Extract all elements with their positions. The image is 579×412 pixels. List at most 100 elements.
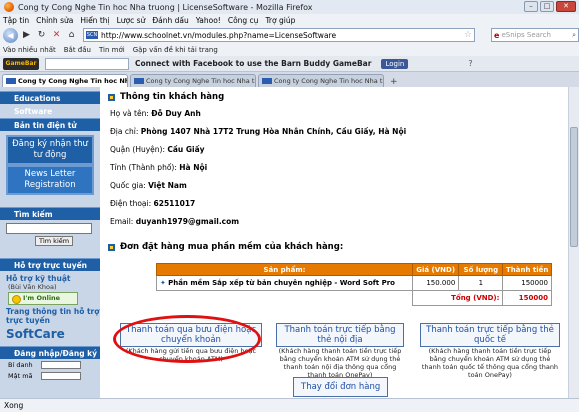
phone-value: 62511017 <box>153 199 196 208</box>
login-input[interactable] <box>40 360 81 369</box>
domestic-card-desc: (Khách hàng thanh toán tiền trực tiếp bằ… <box>278 347 402 379</box>
menu-file[interactable]: Tập tin <box>3 16 29 25</box>
tab-label: Cong ty Cong Nghe Tin hoc Nha tr... <box>274 77 384 85</box>
email-value: duyanh1979@gmail.com <box>135 217 240 226</box>
customer-email-row: Email: duyanh1979@gmail.com <box>108 213 563 231</box>
search-engine-icon[interactable]: e <box>494 31 499 40</box>
search-icon[interactable]: ⌕ <box>572 31 576 40</box>
password-input[interactable] <box>40 371 81 380</box>
tech-support-link[interactable]: Hỗ trợ kỹ thuật <box>0 274 100 283</box>
bullet-icon <box>108 93 115 101</box>
search-bar[interactable]: e eSnips Search ⌕ <box>491 28 579 42</box>
domestic-card-button[interactable]: Thanh toán trực tiếp bằng thẻ nội địa <box>276 323 404 347</box>
col-product: Sản phẩm: <box>156 263 413 276</box>
site-favicon: SCN <box>86 31 98 39</box>
col-price: Giá (VND) <box>411 263 460 276</box>
newsletter-registration-button[interactable]: News Letter Registration <box>6 165 94 195</box>
url-text[interactable]: http://www.schoolnet.vn/modules.php?name… <box>101 31 464 40</box>
help-icon[interactable]: ? <box>468 59 472 68</box>
customer-info-heading: Thông tin khách hàng <box>108 92 563 102</box>
bookmarks-toolbar: Vào nhiều nhất Bắt đầu Tin mới Gặp vấn đ… <box>0 44 579 56</box>
tab-1[interactable]: Cong ty Cong Nghe Tin hoc Nha tr... ✕ <box>2 74 128 87</box>
intl-card-option: Thanh toán trực tiếp bằng thẻ quốc tế (K… <box>420 323 560 379</box>
firefox-icon <box>4 2 14 12</box>
window-title: Cong ty Cong Nghe Tin hoc Nha truong | L… <box>18 2 313 12</box>
sidebar-newsletter-heading: Bản tin điện tử <box>0 118 100 131</box>
menu-yahoo[interactable]: Yahoo! <box>196 16 221 25</box>
domestic-card-option: Thanh toán trực tiếp bằng thẻ nội địa (K… <box>276 323 404 379</box>
tab-strip: Cong ty Cong Nghe Tin hoc Nha tr... ✕ Co… <box>0 73 579 87</box>
im-online-badge[interactable]: I'm Online <box>8 292 78 305</box>
qty-cell[interactable]: 1 <box>458 275 504 291</box>
address-label: Địa chỉ: <box>110 127 139 136</box>
email-label: Email: <box>110 217 134 226</box>
product-cell: ✦ Phần mềm Sắp xếp từ bản chuyên nghiệp … <box>156 275 413 291</box>
order-header-row: Sản phẩm: Giá (VND) Số lượng Thành tiền <box>156 263 552 276</box>
softcare-logo[interactable]: SoftCare <box>0 327 100 341</box>
name-label: Họ và tên: <box>110 109 149 118</box>
amount-cell: 150000 <box>502 275 552 291</box>
tab-2[interactable]: Cong ty Cong Nghe Tin hoc Nha tr... ✕ <box>130 74 256 87</box>
order-table: Sản phẩm: Giá (VND) Số lượng Thành tiền … <box>156 263 552 306</box>
intl-card-button[interactable]: Thanh toán trực tiếp bằng thẻ quốc tế <box>420 323 560 347</box>
search-placeholder: eSnips Search <box>501 31 551 39</box>
bookmark-getting-started[interactable]: Bắt đầu <box>64 46 91 54</box>
sidebar-search-input[interactable] <box>6 223 92 234</box>
sidebar-search-button[interactable]: Tìm kiếm <box>35 236 74 246</box>
forward-icon[interactable]: ▶ <box>20 29 33 42</box>
login-button[interactable]: Login <box>381 58 409 69</box>
password-row: Mật mã <box>0 370 100 381</box>
menu-history[interactable]: Lược sử <box>117 16 146 25</box>
menu-view[interactable]: Hiển thị <box>80 16 109 25</box>
new-tab-icon[interactable]: + <box>390 77 398 87</box>
close-icon[interactable]: ✕ <box>556 1 576 12</box>
tab-favicon <box>134 78 144 84</box>
login-label: Bí danh <box>8 360 33 369</box>
customer-phone-row: Điện thoại: 62511017 <box>108 195 563 213</box>
gamebar-search-input[interactable] <box>45 57 129 70</box>
name-value: Đỗ Duy Anh <box>151 109 201 118</box>
gamebar-logo: GameBar <box>3 57 39 70</box>
col-amount: Thành tiền <box>502 263 552 276</box>
vertical-scrollbar[interactable] <box>568 87 579 398</box>
stop-icon[interactable]: ✕ <box>50 29 63 42</box>
menu-tools[interactable]: Công cụ <box>228 16 259 25</box>
sidebar-support-heading: Hỗ trợ trực tuyến <box>0 258 100 271</box>
bookmark-star-icon[interactable]: ☆ <box>464 30 472 40</box>
maximize-icon[interactable]: □ <box>540 1 554 12</box>
change-order-button[interactable]: Thay đổi đơn hàng <box>293 377 389 397</box>
online-support-link[interactable]: Trang thông tin hỗ trợ trực tuyến <box>0 307 100 325</box>
home-icon[interactable]: ⌂ <box>65 29 78 42</box>
bookmark-page-problem[interactable]: Gặp vấn đề khi tải trang <box>133 46 218 54</box>
status-text: Xong <box>4 401 24 410</box>
sidebar-search-heading: Tìm kiếm <box>0 207 100 220</box>
bookmark-latest-news[interactable]: Tin mới <box>99 46 125 54</box>
reload-icon[interactable]: ↻ <box>35 29 48 42</box>
newsletter-register-button[interactable]: Đăng ký nhận thư tư động <box>6 135 94 165</box>
facebook-connect-text: Connect with Facebook to use the Barn Bu… <box>135 59 372 68</box>
intl-card-desc: (Khách hàng thanh toán tiền trực tiếp bằ… <box>421 347 559 379</box>
menu-bookmarks[interactable]: Đánh dấu <box>152 16 188 25</box>
menu-edit[interactable]: Chỉnh sửa <box>36 16 73 25</box>
province-label: Tỉnh (Thành phố): <box>110 163 177 172</box>
tab-3[interactable]: Cong ty Cong Nghe Tin hoc Nha tr... ✕ <box>258 74 384 87</box>
window-controls: – □ ✕ <box>524 1 576 12</box>
sidebar-educations-link[interactable]: Educations Software <box>0 91 100 116</box>
back-icon[interactable]: ◀ <box>3 27 18 43</box>
district-value: Cầu Giấy <box>167 145 205 154</box>
bookmark-most-visited[interactable]: Vào nhiều nhất <box>3 46 56 54</box>
total-label: Tổng (VND): <box>411 290 504 306</box>
customer-district-row: Quận (Huyện): Cầu Giấy <box>108 141 563 159</box>
tab-label: Cong ty Cong Nghe Tin hoc Nha tr... <box>18 77 127 85</box>
url-bar[interactable]: SCN http://www.schoolnet.vn/modules.php?… <box>83 28 475 42</box>
highlight-circle <box>113 315 261 363</box>
tab-favicon <box>6 78 16 84</box>
menu-help[interactable]: Trợ giúp <box>265 16 295 25</box>
navigation-bar: ◀ ▶ ↻ ✕ ⌂ SCN http://www.schoolnet.vn/mo… <box>0 26 579 44</box>
country-value: Việt Nam <box>148 181 187 190</box>
page-content: Educations Software Bản tin điện tử Đăng… <box>0 87 568 398</box>
scrollbar-thumb[interactable] <box>570 127 578 247</box>
customer-name-row: Họ và tên: Đỗ Duy Anh <box>108 105 563 123</box>
tech-support-person: (Bùi Văn Khoa) <box>8 283 57 291</box>
minimize-icon[interactable]: – <box>524 1 538 12</box>
